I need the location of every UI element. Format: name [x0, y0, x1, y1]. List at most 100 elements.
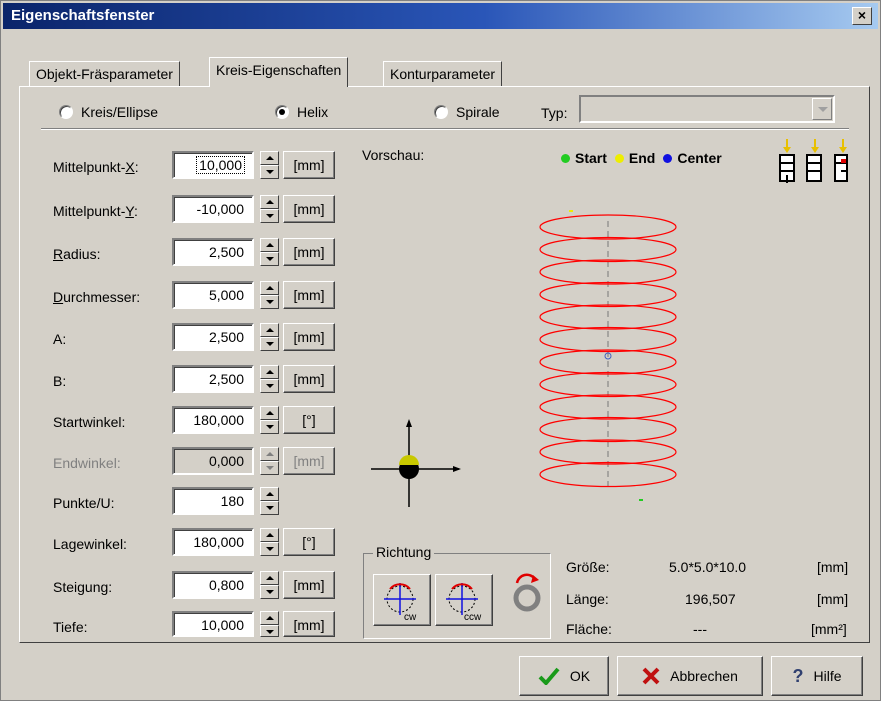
spin-down-icon[interactable] — [260, 625, 279, 637]
cancel-button[interactable]: Abbrechen — [617, 656, 763, 696]
b-spinner[interactable] — [260, 365, 279, 393]
tool-center-icon[interactable] — [806, 139, 822, 182]
groesse-label: Größe: — [566, 559, 610, 575]
spin-down-icon[interactable] — [260, 252, 279, 266]
spin-down-icon[interactable] — [260, 501, 279, 515]
typ-select[interactable] — [579, 95, 835, 123]
title-bar[interactable]: Eigenschaftsfenster × — [3, 3, 878, 29]
spin-down-icon[interactable] — [260, 542, 279, 556]
mittelpunkt-x-input[interactable]: 10,000 — [172, 151, 254, 179]
lagewinkel-unit-button[interactable]: [°] — [283, 528, 335, 556]
spin-down-icon[interactable] — [260, 209, 279, 223]
b-unit-button[interactable]: [mm] — [283, 365, 335, 393]
spin-up-icon[interactable] — [260, 151, 279, 165]
radio-helix[interactable]: Helix — [275, 104, 328, 120]
typ-label: Typ: — [541, 105, 568, 121]
radio-indicator — [434, 105, 448, 119]
flaeche-unit: [mm²] — [811, 621, 847, 637]
steigung-spinner[interactable] — [260, 571, 279, 599]
durchmesser-unit-button[interactable]: [mm] — [283, 281, 335, 309]
tiefe-spinner[interactable] — [260, 611, 279, 637]
laenge-unit: [mm] — [817, 591, 849, 607]
startwinkel-input[interactable]: 180,000 — [172, 406, 254, 434]
punkte-u-input[interactable]: 180 — [172, 487, 254, 515]
endwinkel-input[interactable]: 0,000 — [172, 447, 254, 475]
tool-position-icons — [779, 139, 848, 183]
spin-down-icon[interactable] — [260, 461, 279, 475]
cw-button[interactable]: cw — [373, 574, 431, 626]
spin-up-icon[interactable] — [260, 487, 279, 501]
spin-up-icon[interactable] — [260, 195, 279, 209]
start-dot-icon — [561, 153, 570, 163]
spin-up-icon[interactable] — [260, 571, 279, 585]
close-button[interactable]: × — [852, 7, 872, 25]
mittelpunkt-y-spinner[interactable] — [260, 195, 279, 223]
preview-legend: Start End Center — [561, 150, 722, 166]
a-input[interactable]: 2,500 — [172, 323, 254, 351]
a-unit-button[interactable]: [mm] — [283, 323, 335, 351]
tool-left-icon[interactable] — [779, 139, 795, 183]
spin-down-icon[interactable] — [260, 420, 279, 434]
tab-konturparameter[interactable]: Konturparameter — [383, 61, 503, 87]
radio-spirale[interactable]: Spirale — [434, 104, 500, 120]
spin-up-icon[interactable] — [260, 528, 279, 542]
spin-down-icon[interactable] — [260, 337, 279, 351]
steigung-unit-button[interactable]: [mm] — [283, 571, 335, 599]
startwinkel-spinner[interactable] — [260, 406, 279, 434]
laenge-label: Länge: — [566, 591, 609, 607]
startwinkel-unit-button[interactable]: [°] — [283, 406, 335, 434]
spin-up-icon[interactable] — [260, 406, 279, 420]
label-a: A: — [53, 331, 67, 347]
richtung-title: Richtung — [373, 544, 435, 560]
flaeche-value: --- — [693, 621, 707, 637]
spin-down-icon[interactable] — [260, 379, 279, 393]
durchmesser-spinner[interactable] — [260, 281, 279, 309]
b-input[interactable]: 2,500 — [172, 365, 254, 393]
radius-unit-button[interactable]: [mm] — [283, 238, 335, 266]
mittelpunkt-x-unit-button[interactable]: [mm] — [283, 151, 335, 179]
tab-label: Konturparameter — [390, 66, 496, 82]
spin-up-icon[interactable] — [260, 281, 279, 295]
spin-down-icon[interactable] — [260, 585, 279, 599]
spin-up-icon[interactable] — [260, 611, 279, 625]
tab-kreis-eigenschaften[interactable]: Kreis-Eigenschaften — [209, 57, 349, 87]
radio-kreis-ellipse[interactable]: Kreis/Ellipse — [59, 104, 158, 120]
preview-label: Vorschau: — [362, 147, 425, 163]
help-button[interactable]: ? Hilfe — [771, 656, 863, 696]
mittelpunkt-y-unit-button[interactable]: [mm] — [283, 195, 335, 223]
tab-label: Objekt-Fräsparameter — [36, 66, 173, 82]
spin-down-icon[interactable] — [260, 165, 279, 179]
tiefe-input[interactable]: 10,000 — [172, 611, 254, 637]
spin-up-icon[interactable] — [260, 365, 279, 379]
groesse-unit: [mm] — [817, 559, 849, 575]
a-spinner[interactable] — [260, 323, 279, 351]
ok-button[interactable]: OK — [519, 656, 609, 696]
spin-down-icon[interactable] — [260, 295, 279, 309]
steigung-input[interactable]: 0,800 — [172, 571, 254, 599]
durchmesser-input[interactable]: 5,000 — [172, 281, 254, 309]
radio-indicator — [275, 105, 289, 119]
ok-label: OK — [569, 668, 591, 684]
lagewinkel-spinner[interactable] — [260, 528, 279, 556]
radio-label: Kreis/Ellipse — [81, 104, 159, 120]
endwinkel-spinner[interactable] — [260, 447, 279, 475]
chevron-down-icon[interactable] — [812, 98, 832, 120]
reverse-direction-icon[interactable] — [509, 573, 545, 617]
tab-objekt-fraesparameter[interactable]: Objekt-Fräsparameter — [29, 61, 180, 87]
endwinkel-unit-button[interactable]: [mm] — [283, 447, 335, 475]
tool-right-icon[interactable] — [834, 139, 848, 182]
tiefe-unit-button[interactable]: [mm] — [283, 611, 335, 637]
punkte-u-spinner[interactable] — [260, 487, 279, 515]
spin-up-icon[interactable] — [260, 447, 279, 461]
lagewinkel-input[interactable]: 180,000 — [172, 528, 254, 556]
spin-up-icon[interactable] — [260, 323, 279, 337]
help-question-icon: ? — [792, 666, 804, 686]
label-durchmesser: Durchmesser: — [53, 289, 141, 305]
radius-spinner[interactable] — [260, 238, 279, 266]
radius-input[interactable]: 2,500 — [172, 238, 254, 266]
ccw-button[interactable]: ccw — [435, 574, 493, 626]
mittelpunkt-y-input[interactable]: -10,000 — [172, 195, 254, 223]
spin-up-icon[interactable] — [260, 238, 279, 252]
cancel-x-icon — [642, 667, 660, 685]
mittelpunkt-x-spinner[interactable] — [260, 151, 279, 179]
